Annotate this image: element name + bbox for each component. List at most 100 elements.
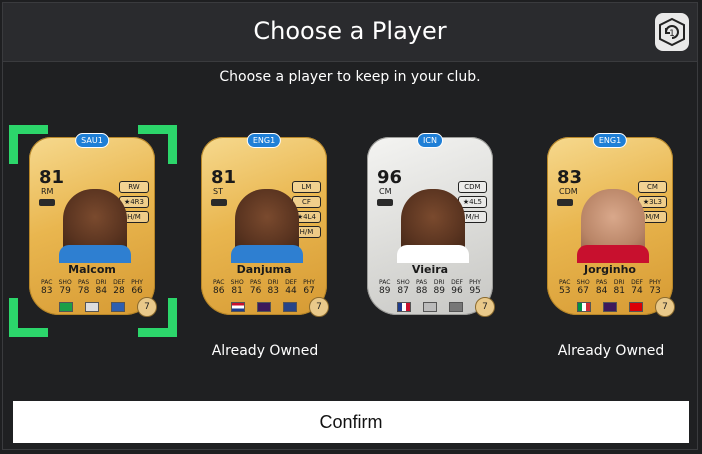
- nation-flag-icon: [397, 302, 411, 312]
- stat: PHY 73: [649, 279, 661, 296]
- stat: SHO 67: [577, 279, 590, 296]
- player-card-slot[interactable]: ENG1 83 CDM CM ★3L3 M/M Jorginho PAC 53 S…: [527, 125, 695, 359]
- stat-value: 95: [469, 286, 481, 296]
- stat-value: 81: [231, 286, 243, 296]
- stat-label: PHY: [469, 279, 481, 286]
- stat-value: 84: [95, 286, 107, 296]
- stat-value: 79: [59, 286, 71, 296]
- chip: CM: [637, 181, 667, 193]
- stat: PAC 53: [559, 279, 570, 296]
- stat-label: DRI: [267, 279, 279, 286]
- stat: DRI 89: [433, 279, 444, 296]
- stat: PAC 89: [379, 279, 390, 296]
- stat: SHO 81: [231, 279, 244, 296]
- stat: PAC 86: [213, 279, 224, 296]
- stat-value: 67: [577, 286, 589, 296]
- stat-value: 83: [267, 286, 279, 296]
- player-card-slot[interactable]: SAU1 81 RM RW ★4R3 H/M Malcom PAC 83 SHO 7…: [9, 125, 177, 337]
- position-label: RM: [41, 187, 54, 196]
- boot-icon: [211, 199, 227, 206]
- stat-label: DRI: [613, 279, 625, 286]
- stat-value: 88: [415, 286, 428, 296]
- nation-flag-icon: [577, 302, 591, 312]
- page-title: Choose a Player: [253, 17, 447, 45]
- chip: LM: [291, 181, 321, 193]
- stats-row: PAC 83 SHO 79 PAS 78 DRI 84 DEF 28 PHY 66: [41, 279, 143, 296]
- stat: PHY 67: [303, 279, 315, 296]
- stat-label: PAS: [595, 279, 608, 286]
- stat: SHO 87: [397, 279, 410, 296]
- player-name: Malcom: [68, 263, 116, 276]
- stat: DRI 84: [95, 279, 106, 296]
- league-logo-icon: [85, 302, 99, 312]
- stat: DRI 81: [613, 279, 624, 296]
- club-crest-icon: [111, 302, 125, 312]
- stat-value: 86: [213, 286, 225, 296]
- player-name: Jorginho: [584, 263, 636, 276]
- stat-value: 81: [613, 286, 625, 296]
- stat-label: SHO: [230, 279, 244, 286]
- stat-label: PAS: [77, 279, 90, 286]
- overall-rating: 96: [377, 167, 403, 188]
- stat-value: 66: [131, 286, 143, 296]
- stat-label: DRI: [433, 279, 445, 286]
- stat-label: PHY: [303, 279, 315, 286]
- player-card[interactable]: ENG1 83 CDM CM ★3L3 M/M Jorginho PAC 53 S…: [547, 133, 675, 317]
- confirm-button[interactable]: Confirm: [13, 401, 689, 443]
- stat-value: 74: [631, 286, 643, 296]
- stat: SHO 79: [59, 279, 72, 296]
- player-shirt: [397, 245, 469, 263]
- icons-club-icon: [449, 302, 463, 312]
- boot-icon: [377, 199, 393, 206]
- stats-row: PAC 53 SHO 67 PAS 84 DRI 81 DEF 74 PHY 73: [559, 279, 661, 296]
- stat: PAC 83: [41, 279, 52, 296]
- chemistry-badge: 7: [137, 297, 157, 317]
- stat: PHY 95: [469, 279, 481, 296]
- league-badge: SAU1: [75, 133, 109, 148]
- stat-label: PHY: [649, 279, 661, 286]
- club-crest-icon: [283, 302, 297, 312]
- stat-label: PAS: [249, 279, 262, 286]
- player-name: Vieira: [411, 263, 449, 276]
- stat-value: 78: [77, 286, 90, 296]
- owned-label: Already Owned: [557, 343, 665, 359]
- stat-label: PAC: [213, 279, 225, 286]
- player-card[interactable]: ICN 96 CM CDM ★4L5 M/H Vieira PAC 89 SHO 8…: [367, 133, 495, 317]
- stat: PAS 76: [250, 279, 261, 296]
- stat: PAS 78: [78, 279, 89, 296]
- position-label: CM: [379, 187, 392, 196]
- chip: RW: [118, 181, 149, 193]
- player-card-slot[interactable]: ICN 96 CM CDM ★4L5 M/H Vieira PAC 89 SHO 8…: [347, 125, 515, 337]
- stat-value: 44: [285, 286, 297, 296]
- stat-label: SHO: [396, 279, 410, 286]
- stat: DEF 28: [113, 279, 125, 296]
- stat: PAS 88: [416, 279, 427, 296]
- position-label: ST: [213, 187, 223, 196]
- stat-value: 89: [379, 286, 391, 296]
- player-card[interactable]: ENG1 81 ST LM CF ★4L4 H/M Danjuma PAC 86 …: [201, 133, 329, 317]
- player-shirt: [59, 245, 131, 263]
- boot-icon: [39, 199, 55, 206]
- stat-label: SHO: [58, 279, 72, 286]
- player-card-slot[interactable]: ENG1 81 ST LM CF ★4L4 H/M Danjuma PAC 86 …: [181, 125, 349, 359]
- stat: PHY 66: [131, 279, 143, 296]
- rotate-icon[interactable]: 1: [655, 13, 689, 51]
- stat-label: PHY: [131, 279, 143, 286]
- stat: PAS 84: [596, 279, 607, 296]
- stat-label: DEF: [451, 279, 463, 286]
- boot-icon: [557, 199, 573, 206]
- stat-label: SHO: [576, 279, 590, 286]
- stat-value: 67: [303, 286, 315, 296]
- stat-label: DEF: [631, 279, 643, 286]
- stat-label: DRI: [95, 279, 107, 286]
- player-card[interactable]: SAU1 81 RM RW ★4R3 H/M Malcom PAC 83 SHO 7…: [29, 133, 157, 317]
- instruction-text: Choose a player to keep in your club.: [219, 69, 481, 85]
- player-name: Danjuma: [236, 263, 292, 276]
- stats-row: PAC 89 SHO 87 PAS 88 DRI 89 DEF 96 PHY 95: [379, 279, 481, 296]
- stat-label: PAC: [559, 279, 571, 286]
- stat-value: 89: [433, 286, 445, 296]
- league-logo-icon: [603, 302, 617, 312]
- modal-header: Choose a Player 1: [3, 3, 697, 62]
- league-badge: ENG1: [246, 133, 282, 148]
- stat: DEF 96: [451, 279, 463, 296]
